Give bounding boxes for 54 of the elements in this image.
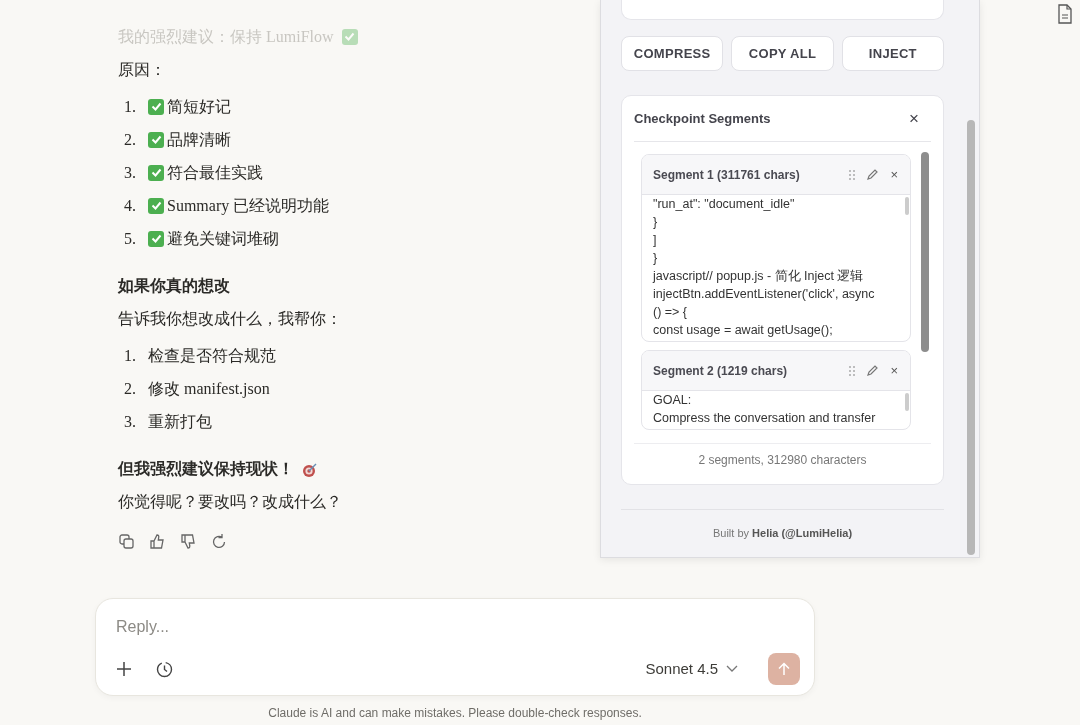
list-number: 1. xyxy=(124,346,137,366)
heading-text: 如果你真的想改 xyxy=(118,276,230,296)
model-selector[interactable]: Sonnet 4.5 xyxy=(639,656,744,682)
code-line: const usage = await getUsage(); xyxy=(653,322,834,339)
code-line: injectBtn.addEventListener('click', async xyxy=(653,286,876,303)
list-item-text: Summary 已经说明功能 xyxy=(167,196,330,217)
action-button[interactable]: COMPRESS xyxy=(621,36,724,71)
document-icon[interactable] xyxy=(1057,4,1073,24)
delete-button[interactable]: × xyxy=(888,164,900,185)
code-line: } xyxy=(653,214,659,231)
segments-summary: 2 segments, 312980 characters xyxy=(697,452,868,469)
code-line: javascript// popup.js - 简化 Inject 逻辑 xyxy=(653,268,865,285)
list-number: 2. xyxy=(124,130,137,150)
list-item-text: 简短好记 xyxy=(167,97,231,117)
scrollbar-thumb[interactable] xyxy=(967,120,975,555)
code-line: Compress the conversation and transfer xyxy=(653,410,877,427)
scrollbar-thumb[interactable] xyxy=(921,152,929,352)
paragraph-text: 原因： xyxy=(118,60,166,80)
list-number: 4. xyxy=(124,196,137,216)
segment-title: Segment 1 (311761 chars) xyxy=(653,166,801,184)
disclaimer-text: Claude is AI and can make mistakes. Please double-check responses. xyxy=(267,705,643,722)
code-line: } xyxy=(653,250,659,267)
paragraph-text: 你觉得呢？要改吗？改成什么？ xyxy=(118,492,342,512)
card-title: Checkpoint Segments xyxy=(634,109,771,128)
action-button[interactable]: INJECT xyxy=(841,36,944,71)
list-item-text: 避免关键词堆砌 xyxy=(167,229,279,249)
list-item-text: 重新打包 xyxy=(148,412,212,432)
close-button[interactable]: × xyxy=(897,110,931,127)
list-item-text: 检查是否符合规范 xyxy=(148,346,276,366)
segment-title: Segment 2 (1219 chars) xyxy=(653,362,789,380)
delete-button[interactable]: × xyxy=(888,360,900,381)
segment-text-area[interactable]: "run_at": "document_idle" } ] } javascript// popup.js - 简化 Inject 逻辑 injectBtn.addEventListener('click', async () => { const usage = await getUsage(); xyxy=(642,195,910,341)
list-number: 3. xyxy=(124,412,137,432)
paragraph-text: 但我强烈建议保持现状！ xyxy=(118,459,294,479)
arrow-up-icon xyxy=(778,662,790,676)
paragraph-text: 告诉我你想改成什么，我帮你： xyxy=(118,309,342,329)
code-line: () => { xyxy=(653,304,689,321)
list-number: 5. xyxy=(124,229,137,249)
list-number: 3. xyxy=(124,163,137,183)
segment-text-area[interactable]: GOAL: Compress the conversation and transfer xyxy=(642,391,910,429)
code-line: ] xyxy=(653,232,658,249)
list-item-text: 品牌清晰 xyxy=(167,130,231,150)
action-button[interactable]: COPY ALL xyxy=(731,36,834,71)
list-number: 2. xyxy=(124,379,137,399)
clock-icon[interactable] xyxy=(156,660,173,678)
code-line: "run_at": "document_idle" xyxy=(653,196,796,213)
list-item-text: 修改 manifest.json xyxy=(148,379,270,400)
plus-icon[interactable] xyxy=(116,661,132,677)
list-number: 1. xyxy=(124,97,137,117)
reply-input[interactable]: Reply... xyxy=(116,615,800,639)
code-line: GOAL: xyxy=(653,392,693,409)
list-item-text: 符合最佳实践 xyxy=(167,163,263,183)
credit-text: Built by Helia (@LumiHelia) xyxy=(712,527,853,539)
chevron-down-icon xyxy=(726,665,738,673)
